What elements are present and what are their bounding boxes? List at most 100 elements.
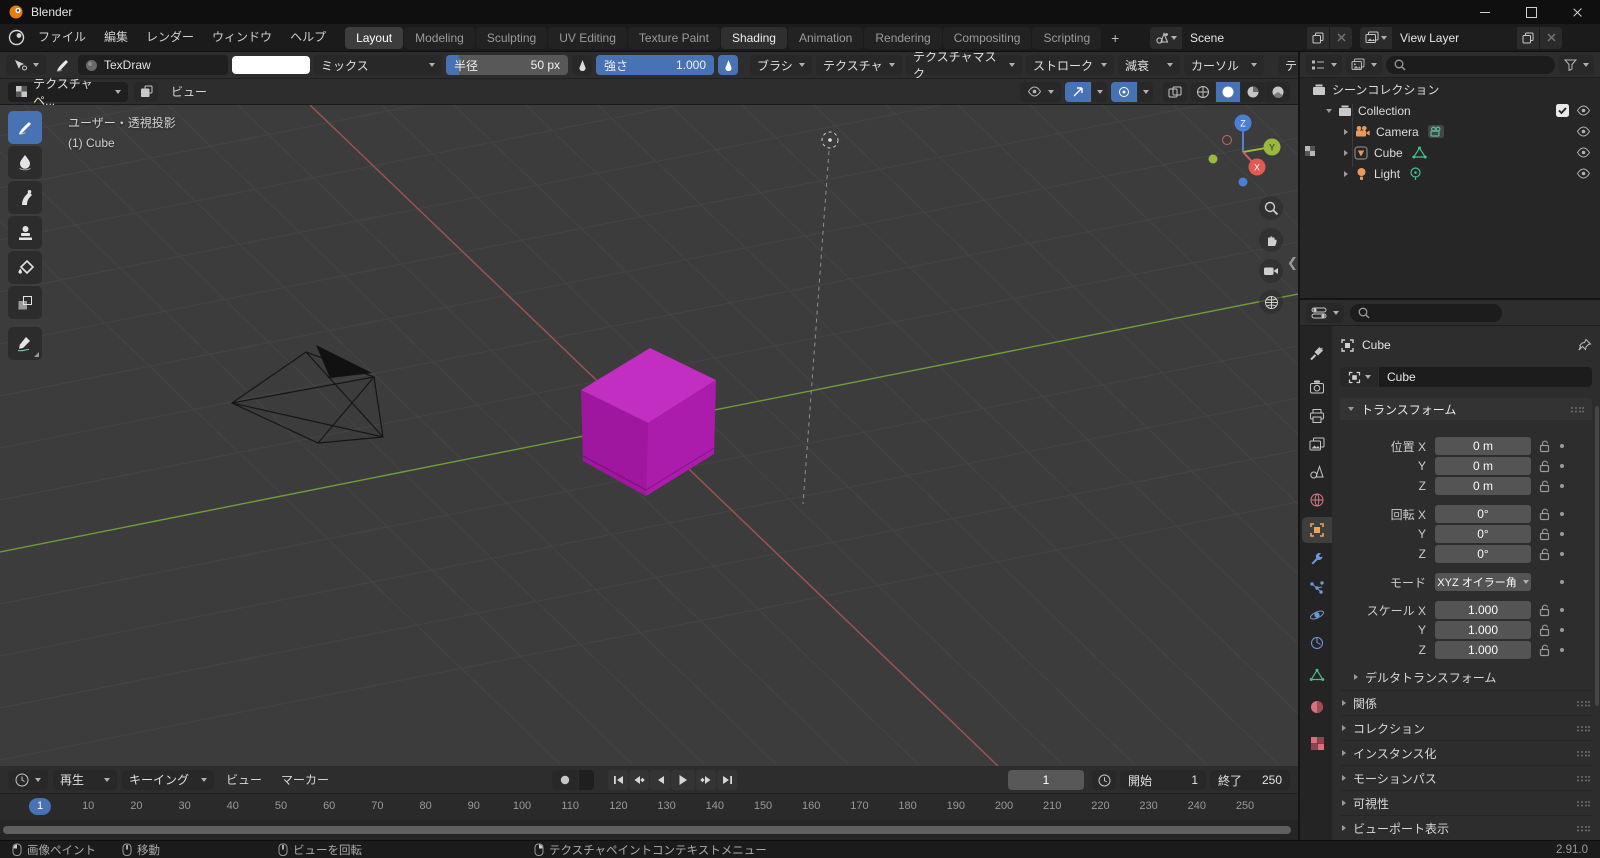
tab-view-layer[interactable] bbox=[1302, 431, 1332, 457]
radius-pressure-toggle[interactable] bbox=[572, 55, 592, 75]
texture-mask-popover[interactable]: テクスチャマスク bbox=[906, 52, 1022, 78]
panel-grip-icon[interactable] bbox=[1576, 775, 1590, 782]
scale-y-field[interactable]: 1.000 bbox=[1435, 621, 1531, 639]
pin-icon[interactable] bbox=[1577, 338, 1592, 353]
location-z-field[interactable]: 0 m bbox=[1435, 477, 1531, 495]
timeline-ruler[interactable]: 1 10 20 30 40 50 60 70 80 90 100 110 120 130 140 150 160… bbox=[0, 794, 1298, 820]
snap-toggle[interactable] bbox=[1065, 81, 1091, 102]
brush-color-swatch[interactable] bbox=[232, 56, 310, 74]
lock-icon[interactable] bbox=[1538, 604, 1552, 617]
pan-button[interactable] bbox=[1259, 228, 1283, 252]
rotation-x-field[interactable]: 0° bbox=[1435, 505, 1531, 523]
camera-view-button[interactable] bbox=[1259, 259, 1283, 283]
jump-to-start-button[interactable] bbox=[608, 770, 628, 790]
stencil-mask-button[interactable] bbox=[134, 81, 158, 102]
timeline-editor-selector[interactable] bbox=[8, 769, 48, 790]
tab-material[interactable] bbox=[1302, 694, 1332, 720]
timeline-scrollbar[interactable] bbox=[0, 820, 1298, 840]
auto-keying-toggle[interactable] bbox=[552, 770, 578, 790]
overlays-toggle[interactable] bbox=[1163, 81, 1187, 102]
breadcrumb-object-name[interactable]: Cube bbox=[1362, 338, 1391, 352]
smear-tool-button[interactable] bbox=[8, 181, 42, 214]
wireframe-shading-button[interactable] bbox=[1191, 81, 1215, 102]
lock-icon[interactable] bbox=[1538, 508, 1552, 521]
hide-eye-icon[interactable] bbox=[1576, 105, 1591, 116]
visibility-popover[interactable] bbox=[1020, 81, 1061, 102]
prev-frame-button[interactable] bbox=[650, 770, 670, 790]
add-workspace-button[interactable]: + bbox=[1102, 27, 1128, 49]
tab-render[interactable] bbox=[1302, 374, 1332, 400]
transform-panel-header[interactable]: トランスフォーム bbox=[1340, 398, 1592, 420]
workspace-tab[interactable]: Rendering bbox=[864, 26, 942, 49]
scene-browse-button[interactable] bbox=[1150, 26, 1182, 49]
cube-object[interactable] bbox=[581, 348, 716, 496]
lock-icon[interactable] bbox=[1538, 548, 1552, 561]
menu-item[interactable]: レンダー bbox=[137, 24, 203, 51]
location-y-field[interactable]: 0 m bbox=[1435, 457, 1531, 475]
current-frame-field[interactable]: 1 bbox=[1008, 770, 1084, 790]
animate-dot[interactable] bbox=[1560, 484, 1564, 488]
tab-particles[interactable] bbox=[1302, 574, 1332, 600]
collapsed-panel-header[interactable]: インスタンス化 bbox=[1340, 740, 1592, 765]
clone-tool-button[interactable] bbox=[8, 216, 42, 249]
playback-menu[interactable]: 再生 bbox=[53, 769, 117, 790]
view-layer-remove-button[interactable] bbox=[1539, 26, 1562, 49]
jump-to-end-button[interactable] bbox=[717, 770, 737, 790]
mask-tool-button[interactable] bbox=[8, 286, 42, 319]
lock-icon[interactable] bbox=[1538, 528, 1552, 541]
navigation-gizmo[interactable]: Z Y X bbox=[1201, 111, 1285, 195]
blend-mode-dropdown[interactable]: ミックス bbox=[314, 55, 442, 75]
lock-icon[interactable] bbox=[1538, 644, 1552, 657]
frame-start-field[interactable]: 開始 1 bbox=[1120, 770, 1206, 790]
scale-x-field[interactable]: 1.000 bbox=[1435, 601, 1531, 619]
play-button[interactable] bbox=[671, 770, 695, 790]
blender-menu-icon[interactable] bbox=[8, 29, 25, 46]
keying-menu[interactable]: キーイング bbox=[122, 769, 214, 790]
radius-slider[interactable]: 半径 50 px bbox=[446, 55, 568, 75]
brush-datablock[interactable]: TexDraw bbox=[78, 55, 228, 75]
tab-modifiers[interactable] bbox=[1302, 546, 1332, 572]
delta-transform-panel[interactable]: デルタトランスフォーム bbox=[1340, 666, 1592, 688]
texture-popover[interactable]: テクスチャ bbox=[816, 55, 902, 75]
scale-z-field[interactable]: 1.000 bbox=[1435, 641, 1531, 659]
keying-set-box[interactable] bbox=[579, 770, 594, 790]
next-keyframe-button[interactable] bbox=[696, 770, 716, 790]
brush-popover[interactable]: ブラシ bbox=[750, 55, 812, 75]
animate-dot[interactable] bbox=[1560, 532, 1564, 536]
workspace-tab[interactable]: Layout bbox=[345, 26, 404, 49]
tab-tool[interactable] bbox=[1302, 340, 1332, 366]
zoom-button[interactable] bbox=[1259, 196, 1283, 220]
collapsed-panel-header[interactable]: ビューポート表示 bbox=[1340, 815, 1592, 840]
timeline-view-menu[interactable]: ビュー bbox=[219, 771, 269, 788]
tab-physics[interactable] bbox=[1302, 602, 1332, 628]
tab-constraints[interactable] bbox=[1302, 630, 1332, 656]
outliner-row-collection[interactable]: Collection bbox=[1300, 100, 1600, 121]
animate-dot[interactable] bbox=[1560, 580, 1564, 584]
animate-dot[interactable] bbox=[1560, 608, 1564, 612]
object-name-input[interactable] bbox=[1379, 367, 1592, 387]
tab-output[interactable] bbox=[1302, 403, 1332, 429]
panel-grip-icon[interactable] bbox=[1576, 750, 1590, 757]
strength-slider[interactable]: 強さ 1.000 bbox=[596, 55, 714, 75]
solid-shading-button[interactable] bbox=[1216, 81, 1240, 102]
minimize-button[interactable] bbox=[1462, 0, 1508, 24]
texture-slots-popover[interactable]: テクスチ bbox=[1278, 55, 1298, 75]
exclude-checkbox[interactable] bbox=[1556, 104, 1569, 117]
soften-tool-button[interactable] bbox=[8, 146, 42, 179]
expand-arrow-icon[interactable] bbox=[1344, 170, 1348, 177]
mode-selector[interactable]: テクスチャペ... bbox=[8, 77, 128, 108]
menu-item[interactable]: ウィンドウ bbox=[203, 24, 281, 51]
properties-scrollbar[interactable] bbox=[1595, 406, 1599, 706]
brush-tool-button[interactable] bbox=[50, 55, 74, 75]
frame-end-field[interactable]: 終了 250 bbox=[1210, 770, 1290, 790]
lock-icon[interactable] bbox=[1538, 440, 1552, 453]
annotate-tool-button[interactable] bbox=[8, 327, 42, 360]
proportional-options-button[interactable] bbox=[1138, 81, 1153, 102]
orthographic-toggle-button[interactable] bbox=[1259, 290, 1283, 314]
stroke-popover[interactable]: ストローク bbox=[1026, 55, 1114, 75]
workspace-tab[interactable]: UV Editing bbox=[548, 26, 627, 49]
outliner-row-scene-collection[interactable]: シーンコレクション bbox=[1300, 79, 1600, 100]
outliner-row-light[interactable]: Light bbox=[1300, 163, 1600, 184]
rotation-mode-dropdown[interactable]: XYZ オイラー角 bbox=[1435, 573, 1531, 591]
animate-dot[interactable] bbox=[1560, 552, 1564, 556]
